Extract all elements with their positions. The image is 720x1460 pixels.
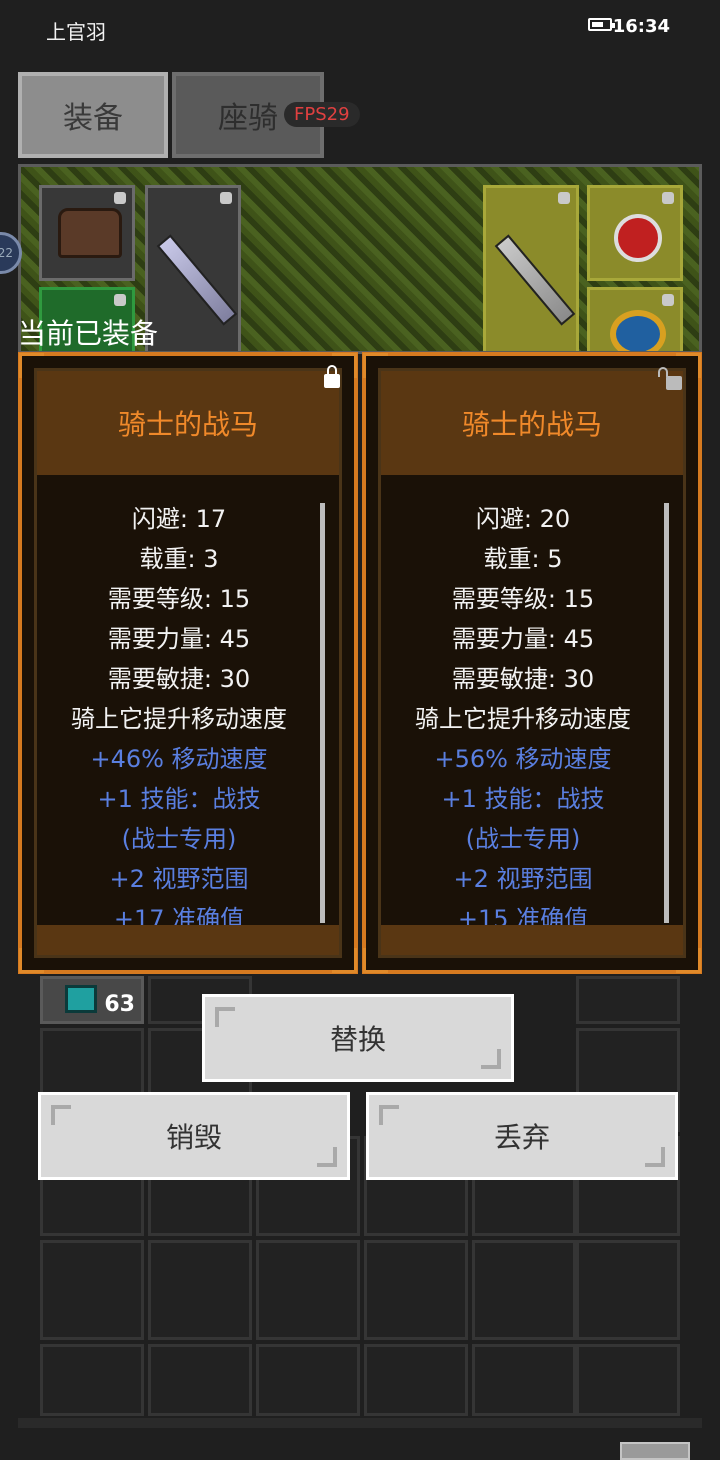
inventory-slot[interactable] xyxy=(256,1344,360,1416)
current-item-card: 骑士的战马 闪避: 17 载重: 3 需要等级: 15 需要力量: 45 需要敏… xyxy=(18,352,358,974)
inventory-slot[interactable] xyxy=(472,1240,576,1340)
amulet-icon xyxy=(614,214,662,262)
carrier-name: 上官羽 xyxy=(46,20,106,44)
scrollbar[interactable] xyxy=(320,503,325,923)
inventory-slot[interactable]: 63 xyxy=(40,976,144,1024)
inventory-slot[interactable] xyxy=(576,1344,680,1416)
potion-icon xyxy=(65,985,97,1013)
stat-load: 载重: 3 xyxy=(139,545,219,573)
inventory-slot[interactable] xyxy=(148,1240,252,1340)
inventory-slot[interactable] xyxy=(576,976,680,1024)
corner-button[interactable] xyxy=(620,1442,690,1460)
item-stats: 闪避: 20 载重: 5 需要等级: 15 需要力量: 45 需要敏捷: 30 … xyxy=(381,499,665,939)
stat-required-level: 需要等级: 15 xyxy=(107,585,251,613)
bonus-move-speed: +56% 移动速度 xyxy=(434,745,612,773)
bonus-class-note: (战士专用) xyxy=(121,825,237,853)
sword-icon xyxy=(494,234,576,326)
stat-required-agility: 需要敏捷: 30 xyxy=(451,665,595,693)
replace-button[interactable]: 替换 xyxy=(202,994,514,1082)
ring-icon xyxy=(610,310,666,351)
current-equipped-label: 当前已装备 xyxy=(18,317,159,350)
tab-equip[interactable]: 装备 xyxy=(18,72,168,158)
lock-icon xyxy=(114,294,126,306)
stat-required-strength: 需要力量: 45 xyxy=(107,625,251,653)
stat-load: 载重: 5 xyxy=(483,545,563,573)
bonus-move-speed: +46% 移动速度 xyxy=(90,745,268,773)
item-title: 骑士的战马 xyxy=(381,371,683,475)
stat-dodge: 闪避: 17 xyxy=(131,505,227,533)
lock-icon xyxy=(558,192,570,204)
item-title: 骑士的战马 xyxy=(37,371,339,475)
unlock-icon[interactable] xyxy=(658,367,682,390)
item-stats: 闪避: 17 载重: 3 需要等级: 15 需要力量: 45 需要敏捷: 30 … xyxy=(37,499,321,939)
stat-description: 骑上它提升移动速度 xyxy=(415,705,631,733)
equip-slot-ring[interactable] xyxy=(587,287,683,351)
bonus-vision: +2 视野范围 xyxy=(109,865,249,893)
stat-dodge: 闪避: 20 xyxy=(475,505,571,533)
inventory-slot[interactable] xyxy=(256,1240,360,1340)
bonus-skill: +1 技能：战技 xyxy=(97,785,261,813)
equip-slot-helmet[interactable] xyxy=(39,185,135,281)
inventory-slot[interactable] xyxy=(40,1344,144,1416)
equip-slot-amulet[interactable] xyxy=(587,185,683,281)
helmet-icon xyxy=(58,208,122,258)
inventory-slot[interactable] xyxy=(364,1344,468,1416)
sword-icon xyxy=(156,234,238,326)
bonus-vision: +2 视野范围 xyxy=(453,865,593,893)
status-bar: 上官羽 16:34 xyxy=(0,0,720,60)
lock-icon[interactable] xyxy=(324,365,340,388)
lock-icon xyxy=(662,294,674,306)
battery-icon xyxy=(588,18,615,31)
inventory-slot[interactable] xyxy=(148,1344,252,1416)
new-item-card: 骑士的战马 闪避: 20 载重: 5 需要等级: 15 需要力量: 45 需要敏… xyxy=(362,352,702,974)
equip-slot-offhand[interactable] xyxy=(483,185,579,351)
stat-description: 骑上它提升移动速度 xyxy=(71,705,287,733)
lock-icon xyxy=(114,192,126,204)
panel-bottom-border xyxy=(18,1418,702,1428)
destroy-button[interactable]: 销毁 xyxy=(38,1092,350,1180)
inventory-slot[interactable] xyxy=(472,1344,576,1416)
clock: 16:34 xyxy=(612,16,670,37)
lock-icon xyxy=(662,192,674,204)
stat-required-agility: 需要敏捷: 30 xyxy=(107,665,251,693)
inventory-slot[interactable] xyxy=(40,1240,144,1340)
inventory-slot[interactable] xyxy=(576,1240,680,1340)
stat-required-level: 需要等级: 15 xyxy=(451,585,595,613)
lock-icon xyxy=(220,192,232,204)
equip-slot-weapon[interactable] xyxy=(145,185,241,351)
discard-button[interactable]: 丢弃 xyxy=(366,1092,678,1180)
fps-badge: FPS29 xyxy=(284,102,360,127)
item-count: 63 xyxy=(104,992,135,1017)
bonus-skill: +1 技能：战技 xyxy=(441,785,605,813)
scrollbar[interactable] xyxy=(664,503,669,923)
inventory-slot[interactable] xyxy=(364,1240,468,1340)
bonus-class-note: (战士专用) xyxy=(465,825,581,853)
stat-required-strength: 需要力量: 45 xyxy=(451,625,595,653)
